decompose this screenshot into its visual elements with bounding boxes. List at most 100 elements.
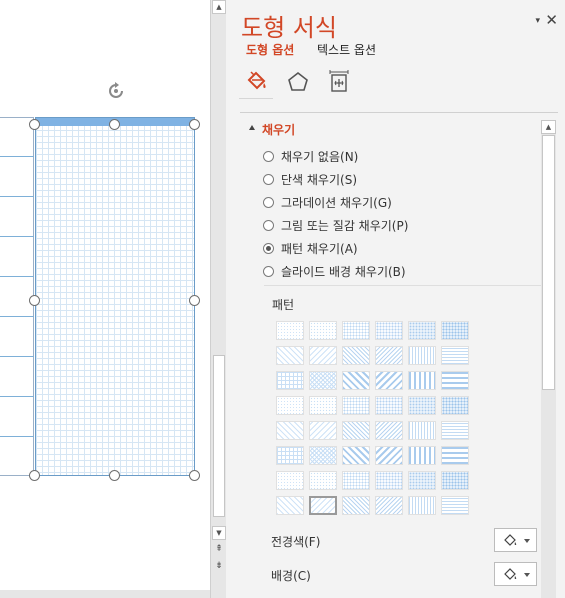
pattern-swatch[interactable] <box>276 421 304 440</box>
pattern-swatch[interactable] <box>441 371 469 390</box>
pattern-swatch[interactable] <box>309 321 337 340</box>
scroll-thumb[interactable] <box>542 135 555 390</box>
table-row-line <box>0 156 34 157</box>
pattern-swatch[interactable] <box>441 471 469 490</box>
slide-editing-area[interactable] <box>0 0 210 598</box>
pattern-swatch[interactable] <box>408 346 436 365</box>
pattern-swatch[interactable] <box>342 371 370 390</box>
pattern-swatch[interactable] <box>342 396 370 415</box>
pattern-swatch[interactable] <box>309 446 337 465</box>
scroll-up-button[interactable]: ▲ <box>541 120 556 134</box>
pattern-label: 패턴 <box>272 298 295 312</box>
fill-line-icon[interactable] <box>242 68 270 96</box>
pattern-swatch[interactable] <box>375 421 403 440</box>
pattern-swatch[interactable] <box>276 471 304 490</box>
pattern-swatch[interactable] <box>342 421 370 440</box>
pattern-swatch[interactable] <box>342 321 370 340</box>
resize-handle-top-left[interactable] <box>29 119 40 130</box>
pattern-swatch[interactable] <box>276 446 304 465</box>
resize-handle-bottom[interactable] <box>109 470 120 481</box>
pattern-swatch[interactable] <box>375 446 403 465</box>
radio-picture-texture-fill[interactable]: 그림 또는 질감 채우기(P) <box>263 216 408 234</box>
pattern-swatch[interactable] <box>342 346 370 365</box>
selected-grid-shape[interactable] <box>35 117 195 476</box>
close-icon[interactable]: ✕ <box>545 11 558 29</box>
pattern-swatch[interactable] <box>441 446 469 465</box>
pane-vertical-scrollbar[interactable]: ▲ <box>541 120 556 598</box>
radio-button[interactable] <box>263 265 274 277</box>
pattern-swatch[interactable] <box>441 421 469 440</box>
paint-bucket-icon <box>504 568 517 580</box>
resize-handle-bottom-right[interactable] <box>189 470 200 481</box>
pane-options-chevron-icon[interactable]: ▾ <box>535 16 540 26</box>
scroll-down-button[interactable]: ▼ <box>212 526 226 540</box>
radio-no-fill[interactable]: 채우기 없음(N) <box>263 147 358 165</box>
pattern-swatch[interactable] <box>375 471 403 490</box>
pattern-swatch[interactable] <box>276 321 304 340</box>
pattern-swatch[interactable] <box>276 396 304 415</box>
pattern-swatch[interactable] <box>408 371 436 390</box>
radio-gradient-fill[interactable]: 그라데이션 채우기(G) <box>263 193 392 211</box>
radio-button[interactable] <box>263 196 274 208</box>
resize-handle-left[interactable] <box>29 295 40 306</box>
slide-canvas[interactable] <box>0 0 210 590</box>
pattern-swatch[interactable] <box>309 421 337 440</box>
radio-solid-fill[interactable]: 단색 채우기(S) <box>263 170 357 188</box>
resize-handle-top[interactable] <box>109 119 120 130</box>
previous-slide-icon[interactable]: ⇞ <box>212 544 226 556</box>
pattern-swatch[interactable] <box>309 346 337 365</box>
resize-handle-bottom-left[interactable] <box>29 470 40 481</box>
pattern-swatch[interactable] <box>276 371 304 390</box>
pattern-swatch[interactable] <box>441 396 469 415</box>
rotate-handle-icon[interactable] <box>105 80 127 102</box>
pattern-swatch[interactable] <box>441 496 469 515</box>
radio-pattern-fill[interactable]: 패턴 채우기(A) <box>263 239 358 257</box>
effects-icon[interactable] <box>284 68 312 96</box>
resize-handle-right[interactable] <box>189 295 200 306</box>
pattern-swatch-selected[interactable] <box>309 496 337 515</box>
pattern-swatch[interactable] <box>375 496 403 515</box>
section-collapse-icon[interactable] <box>249 125 255 130</box>
pattern-swatch[interactable] <box>441 346 469 365</box>
pattern-swatch[interactable] <box>276 346 304 365</box>
pattern-swatch[interactable] <box>408 496 436 515</box>
pattern-swatch[interactable] <box>375 346 403 365</box>
foreground-color-button[interactable] <box>494 528 537 552</box>
pattern-swatch[interactable] <box>375 396 403 415</box>
size-properties-icon[interactable] <box>325 68 353 96</box>
radio-label: 그림 또는 질감 채우기(P) <box>281 218 409 233</box>
scroll-up-button[interactable]: ▲ <box>212 0 226 14</box>
pattern-swatch[interactable] <box>408 396 436 415</box>
background-color-button[interactable] <box>494 562 537 586</box>
fill-section-header[interactable]: 채우기 <box>262 121 295 138</box>
pattern-swatch[interactable] <box>309 371 337 390</box>
radio-button-selected[interactable] <box>263 242 274 254</box>
tab-shape-options[interactable]: 도형 옵션 <box>246 41 294 58</box>
tab-text-options[interactable]: 텍스트 옵션 <box>317 41 376 58</box>
pattern-swatch[interactable] <box>408 321 436 340</box>
pattern-swatch[interactable] <box>342 446 370 465</box>
pattern-swatch[interactable] <box>408 421 436 440</box>
pattern-swatch[interactable] <box>309 471 337 490</box>
paint-bucket-icon <box>504 534 517 546</box>
pattern-swatch[interactable] <box>375 371 403 390</box>
radio-button[interactable] <box>263 173 274 185</box>
radio-slide-background-fill[interactable]: 슬라이드 배경 채우기(B) <box>263 262 406 280</box>
pattern-swatch[interactable] <box>375 321 403 340</box>
radio-button[interactable] <box>263 219 274 231</box>
slide-vertical-scrollbar[interactable]: ▲ ▼ ⇞ ⇟ <box>210 0 226 598</box>
radio-button[interactable] <box>263 150 274 162</box>
pattern-gallery <box>276 321 469 515</box>
pattern-swatch[interactable] <box>342 471 370 490</box>
active-icon-underline <box>239 98 273 99</box>
pattern-swatch[interactable] <box>441 321 469 340</box>
format-shape-pane: 도형 서식 ▾ ✕ 도형 옵션 텍스트 옵션 채우기 채우기 없음(N) 단색 … <box>226 0 565 598</box>
pattern-swatch[interactable] <box>309 396 337 415</box>
pattern-swatch[interactable] <box>342 496 370 515</box>
pattern-swatch[interactable] <box>408 446 436 465</box>
next-slide-icon[interactable]: ⇟ <box>212 561 226 573</box>
scroll-thumb[interactable] <box>213 355 225 517</box>
pattern-swatch[interactable] <box>276 496 304 515</box>
pattern-swatch[interactable] <box>408 471 436 490</box>
resize-handle-top-right[interactable] <box>189 119 200 130</box>
